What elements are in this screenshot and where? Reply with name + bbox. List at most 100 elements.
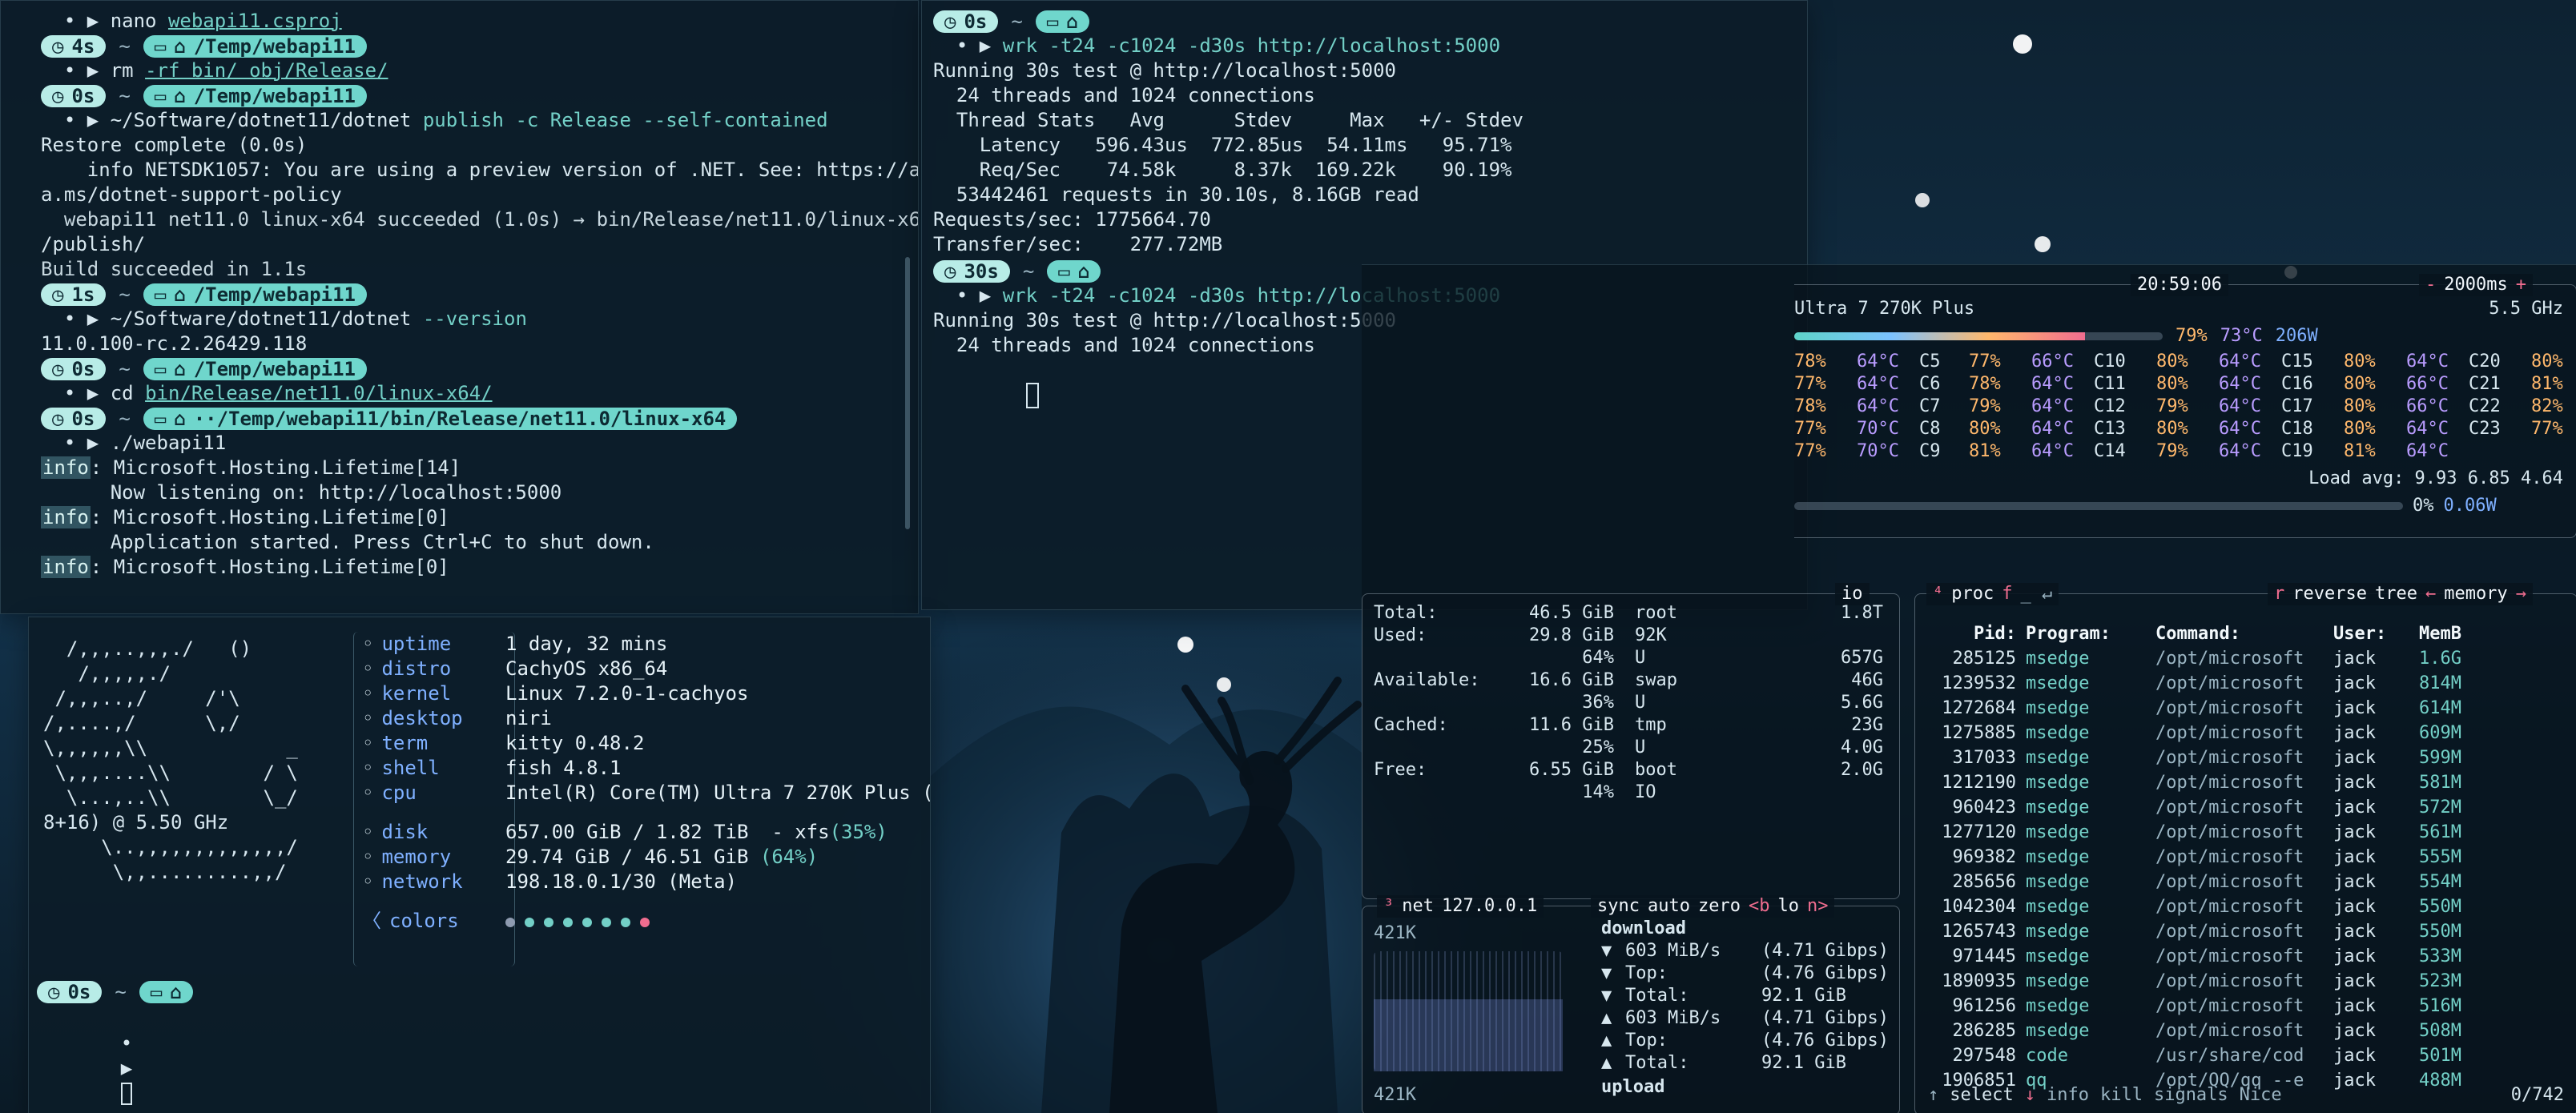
btop-gpu-bar <box>1794 502 2403 510</box>
prompt-indicator: • ▶ <box>41 307 111 330</box>
proc-row[interactable]: 1890935msedge/opt/microsoftjack523M0.0 <box>1928 969 2564 994</box>
wrk-output-line: Requests/sec: 1775664.70 <box>933 207 1796 232</box>
proc-filter-arrow: _ ↵ <box>2020 584 2053 604</box>
fastfetch-value: kitty 0.48.2 <box>505 732 645 754</box>
proc-row[interactable]: 317033msedge/opt/microsoftjack599M0.4 <box>1928 745 2564 770</box>
net-row: ▲ Top: (4.76 Gibps) <box>1601 1030 1898 1052</box>
net-toggle-zero[interactable]: zero <box>1698 895 1741 918</box>
proc-kill[interactable]: kill <box>2100 1084 2143 1107</box>
home-icon: ⌂ <box>174 357 186 380</box>
command-arg[interactable]: -rf bin/ obj/Release/ <box>145 59 388 82</box>
mem-right-row: 92K <box>1635 625 1883 647</box>
io-val: 46G <box>1851 670 1883 690</box>
proc-cell: 554M <box>2419 872 2461 892</box>
io-val: 2.0G <box>1841 760 1883 780</box>
proc-row[interactable]: 961256msedge/opt/microsoftjack516M0.0 <box>1928 994 2564 1019</box>
plus-icon[interactable]: + <box>2516 274 2526 296</box>
fastfetch-values-2: 657.00 GiB / 1.82 TiB - xfs(35%) 29.74 Gi… <box>505 820 930 894</box>
btop-cpu-summary: 79% 73°C 206W <box>1794 325 2563 348</box>
net-toggle-prev[interactable]: <b <box>1749 895 1770 918</box>
terminal-line: 11.0.100-rc.2.26429.118 <box>41 331 878 356</box>
proc-sort[interactable]: memory <box>2444 583 2507 605</box>
proc-cell: 1265743 <box>1942 922 2016 942</box>
proc-reverse[interactable]: reverse <box>2292 583 2367 605</box>
fastfetch-input-line[interactable]: • ▶ <box>51 1007 132 1113</box>
proc-row[interactable]: 285656msedge/opt/microsoftjack554M0.0 <box>1928 870 2564 894</box>
cpu-cell: 81% <box>2531 374 2563 394</box>
cpu-cell: C6 <box>1919 374 1941 394</box>
fastfetch-key-label: disk <box>381 821 429 843</box>
proc-row[interactable]: 297548code/usr/share/codjack501M0.4 <box>1928 1043 2564 1068</box>
proc-row[interactable]: 1275885msedge/opt/microsoftjack609M1.4 <box>1928 721 2564 745</box>
proc-filter[interactable]: f <box>2002 583 2012 605</box>
status-pill: ◷ 0s <box>933 10 999 33</box>
btop-proc-box: ⁴ proc f _ ↵ r reverse tree ← memory → P… <box>1914 583 2576 1113</box>
btop-cpu-box: 20:59:06 - 2000ms + Ultra 7 270K Plus 5.… <box>1794 274 2576 538</box>
proc-select[interactable]: select <box>1950 1084 2013 1107</box>
net-toggle-sync[interactable]: sync <box>1597 895 1640 918</box>
proc-cell: /opt/microsoft <box>2155 946 2304 966</box>
btop-cpu-header: Ultra 7 270K Plus 5.5 GHz <box>1794 298 2563 320</box>
wrk-text: Req/Sec 74.58k 8.37k 169.22k 90.19% <box>933 159 1512 181</box>
proc-row[interactable]: 1277120msedge/opt/microsoftjack561M0.0 <box>1928 820 2564 845</box>
proc-cell <box>2505 894 2576 919</box>
proc-row[interactable]: 960423msedge/opt/microsoftjack572M0.0 <box>1928 795 2564 820</box>
proc-row[interactable]: 286285msedge/opt/microsoftjack508M0.0 <box>1928 1019 2564 1043</box>
net-row: ▲ 603 MiB/s (4.71 Gibps) <box>1601 1007 1898 1030</box>
folder-icon: ▭ <box>154 407 167 430</box>
proc-row[interactable]: 1272684msedge/opt/microsoftjack614M0.0 <box>1928 696 2564 721</box>
net-toggle-auto[interactable]: auto <box>1648 895 1690 918</box>
proc-cell <box>2505 745 2576 770</box>
left-terminal-scrollbar[interactable] <box>905 257 910 529</box>
proc-row[interactable]: 285125msedge/opt/microsoftjack1.6G0.4 <box>1928 646 2564 671</box>
cpu-cell: 64°C <box>1857 352 1899 372</box>
btop-refresh[interactable]: 2000ms <box>2444 274 2507 296</box>
proc-cell <box>2505 696 2576 721</box>
tilde: ~ <box>119 407 131 430</box>
cpu-cell: C22 <box>2469 396 2501 416</box>
text: a.ms/dotnet-support-policy <box>41 183 342 206</box>
cpu-cell: C8 <box>1919 419 1941 439</box>
proc-cell: 960423 <box>1952 798 2016 818</box>
proc-nice[interactable]: Nice <box>2240 1084 2282 1107</box>
left-terminal-status-row: ◷ 0s ~ ▭ ⌂ /Temp/webapi11 <box>41 356 878 381</box>
proc-row[interactable]: 969382msedge/opt/microsoftjack555M0.0 <box>1928 845 2564 870</box>
sort-left-icon[interactable]: ← <box>2425 583 2436 605</box>
tilde: ~ <box>119 357 131 380</box>
proc-cell: /opt/microsoft <box>2155 822 2304 842</box>
terminal-line: a.ms/dotnet-support-policy <box>41 183 878 207</box>
proc-row[interactable]: 1042304msedge/opt/microsoftjack550M0.0 <box>1928 894 2564 919</box>
proc-cell: 1272684 <box>1942 698 2016 718</box>
proc-row[interactable]: 1212190msedge/opt/microsoftjack581M0.0 <box>1928 770 2564 795</box>
net-toggle-next[interactable]: n> <box>1807 895 1829 918</box>
cpu-cell: C17 <box>2281 396 2313 416</box>
minus-icon[interactable]: - <box>2425 274 2436 296</box>
proc-tree[interactable]: tree <box>2375 583 2417 605</box>
proc-row[interactable]: 1239532msedge/opt/microsoftjack814M0.0 <box>1928 671 2564 696</box>
net-download-label: download <box>1601 918 1686 938</box>
prompt-indicator: • ▶ <box>933 284 1003 307</box>
terminal-line: info: Microsoft.Hosting.Lifetime[0] <box>41 555 878 580</box>
proc-info[interactable]: info <box>2047 1084 2089 1107</box>
proc-row[interactable]: 971445msedge/opt/microsoftjack533M0.0 <box>1928 944 2564 969</box>
terminal-line: Now listening on: http://localhost:5000 <box>41 480 878 505</box>
command-arg[interactable]: webapi11.csproj <box>168 10 342 32</box>
color-dot <box>525 918 534 927</box>
proc-row[interactable]: 1265743msedge/opt/microsoftjack550M0.0 <box>1928 919 2564 944</box>
clock-icon: ◦ <box>362 633 374 655</box>
sort-right-icon[interactable]: → <box>2516 583 2526 605</box>
path-pill: ▭ ⌂ /Temp/webapi11 <box>143 84 368 107</box>
proc-header-cell: User: <box>2333 624 2387 644</box>
home-icon: ⌂ <box>1066 10 1078 33</box>
command-arg[interactable]: bin/Release/net11.0/linux-x64/ <box>145 382 492 404</box>
fastfetch-key-label: network <box>381 870 463 893</box>
mem-right-row: root 1.8T <box>1635 602 1883 625</box>
net-interface[interactable]: lo <box>1777 895 1799 918</box>
fastfetch-value: CachyOS x86_64 <box>505 657 668 680</box>
terminal-line: info: Microsoft.Hosting.Lifetime[0] <box>41 505 878 530</box>
proc-signals[interactable]: signals <box>2154 1084 2228 1107</box>
cpu-cell: 66°C <box>2031 352 2074 372</box>
status-text-2: 30s <box>964 259 999 283</box>
io-key: U <box>1635 693 1646 713</box>
left-terminal-lines: • ▶ nano webapi11.csproj ◷ 4s ~ ▭ ⌂/Temp/weba… <box>41 9 918 580</box>
